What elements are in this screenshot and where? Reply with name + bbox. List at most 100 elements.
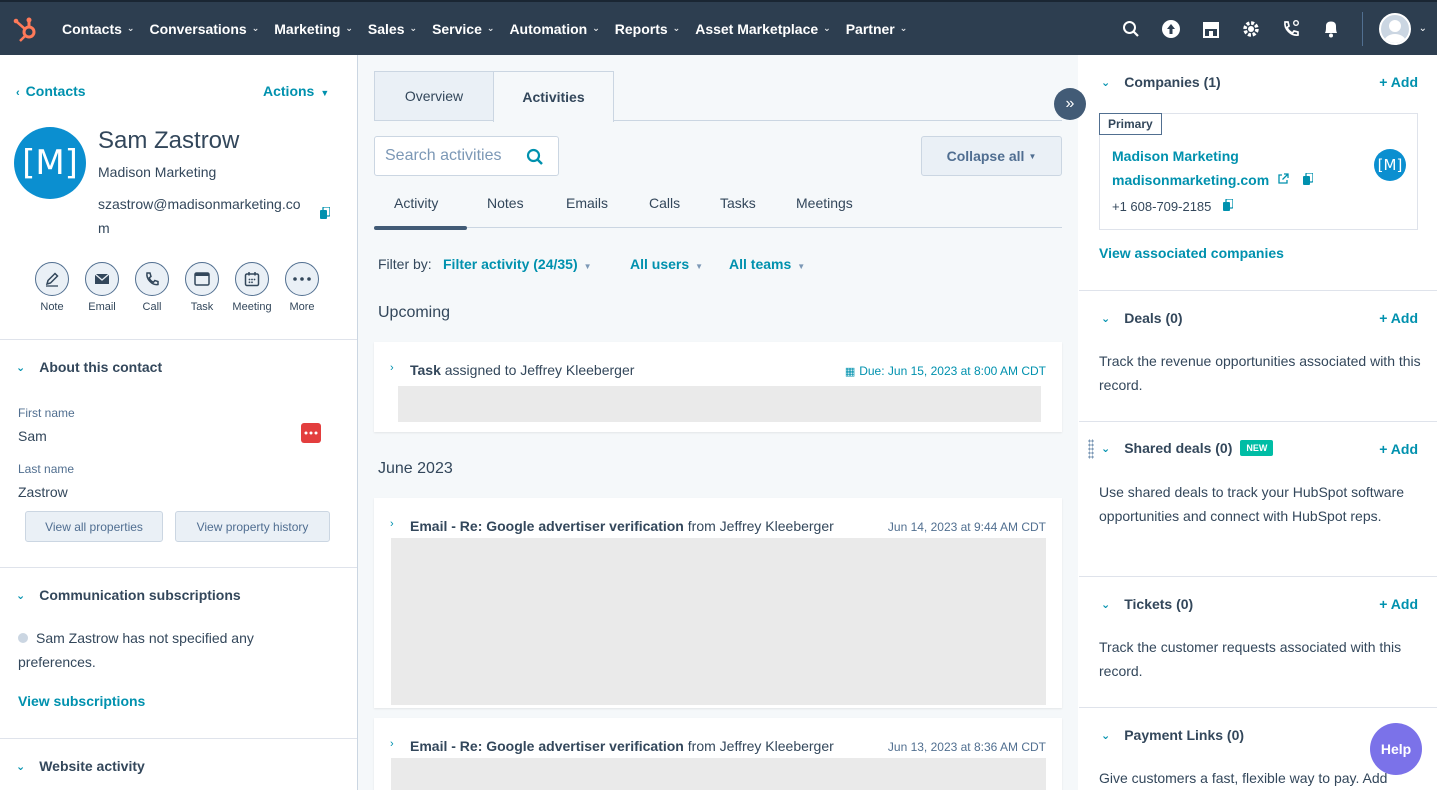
copy-icon[interactable] [1223,198,1234,211]
more-quick-action[interactable]: More [277,262,327,313]
email-card[interactable]: › Email - Re: Google advertiser verifica… [374,498,1062,708]
divider [0,738,357,739]
nav-conversations[interactable]: Conversations ⌄ [149,21,259,37]
chevron-down-icon[interactable]: ⌄ [1419,23,1427,34]
chevron-right-icon[interactable]: › [390,362,394,374]
tickets-description: Track the customer requests associated w… [1099,639,1402,679]
subtab-activity[interactable]: Activity [394,195,438,211]
search-placeholder: Search activities [385,147,502,164]
view-associated-companies-link[interactable]: View associated companies [1099,245,1284,261]
copy-icon[interactable] [320,207,330,219]
top-navigation: Contacts ⌄ Conversations ⌄ Marketing ⌄ Sale… [0,0,1437,55]
view-all-properties-button[interactable]: View all properties [25,511,163,542]
company-phone: +1 608-709-2185 [1112,198,1234,214]
nav-partner[interactable]: Partner ⌄ [846,21,908,37]
caret-down-icon: ▼ [1028,151,1037,161]
note-quick-action[interactable]: Note [27,262,77,313]
nav-reports[interactable]: Reports ⌄ [615,21,680,37]
hubspot-logo-icon[interactable] [12,16,40,44]
chevron-down-icon: ⌄ [1101,598,1111,611]
communication-subscriptions-toggle[interactable]: ⌄ Communication subscriptions [16,587,241,603]
add-ticket-button[interactable]: + Add [1379,596,1418,612]
deals-description: Track the revenue opportunities associat… [1099,353,1421,393]
notifications-bell-icon[interactable] [1320,18,1342,40]
payment-links-section-toggle[interactable]: ⌄ Payment Links (0) [1101,727,1244,743]
nav-marketing[interactable]: Marketing ⌄ [274,21,353,37]
more-dots-icon [285,262,319,296]
email-quick-action[interactable]: Email [77,262,127,313]
more-dots-icon[interactable] [301,423,321,443]
last-name-value[interactable]: Zastrow [18,484,68,500]
last-name-label: Last name [18,462,75,476]
task-quick-action[interactable]: Task [177,262,227,313]
expand-sidebar-icon[interactable]: » [1054,88,1086,120]
chevron-right-icon[interactable]: › [390,518,394,530]
actions-dropdown[interactable]: Actions ▼ [263,83,329,99]
divider [1079,421,1437,422]
all-teams-dropdown[interactable]: All teams ▼ [729,256,805,272]
add-shared-deal-button[interactable]: + Add [1379,441,1418,457]
search-icon[interactable] [1120,18,1142,40]
company-card: Primary Madison Marketing madisonmarketi… [1099,113,1418,230]
view-property-history-button[interactable]: View property history [175,511,330,542]
back-to-contacts-link[interactable]: ‹ Contacts [16,83,86,99]
about-section-toggle[interactable]: ⌄ About this contact [16,359,162,375]
filter-activity-dropdown[interactable]: Filter activity (24/35) ▼ [443,256,592,272]
chevron-down-icon: ⌄ [16,589,26,602]
task-summary: Task assigned to Jeffrey Kleeberger [410,362,635,378]
nav-service[interactable]: Service ⌄ [432,21,494,37]
companies-section-toggle[interactable]: ⌄ Companies (1) [1101,74,1221,90]
help-button[interactable]: Help [1370,723,1422,775]
user-avatar[interactable] [1378,12,1411,45]
tab-activities[interactable]: Activities [493,71,614,122]
task-body-placeholder [398,386,1041,422]
all-users-dropdown[interactable]: All users ▼ [630,256,703,272]
nav-contacts[interactable]: Contacts ⌄ [62,21,134,37]
search-icon[interactable] [526,148,544,166]
email-card[interactable]: › Email - Re: Google advertiser verifica… [374,718,1062,790]
subtab-calls[interactable]: Calls [649,195,680,211]
company-name-link[interactable]: Madison Marketing [1112,148,1239,164]
task-card[interactable]: › Task assigned to Jeffrey Kleeberger ▦ D… [374,342,1062,432]
calendar-icon [235,262,269,296]
subtab-meetings[interactable]: Meetings [796,195,853,211]
add-company-button[interactable]: + Add [1379,74,1418,90]
tab-overview[interactable]: Overview [374,71,494,121]
collapse-all-button[interactable]: Collapse all ▼ [921,136,1062,176]
company-domain[interactable]: madisonmarketing.com [1112,172,1314,188]
chevron-down-icon: ⌄ [823,23,831,33]
add-deal-button[interactable]: + Add [1379,310,1418,326]
search-activities-input[interactable]: Search activities [374,136,559,176]
divider [1079,290,1437,291]
subtab-notes[interactable]: Notes [487,195,524,211]
task-due-date: ▦ Due: Jun 15, 2023 at 8:00 AM CDT [844,364,1046,378]
primary-badge: Primary [1099,113,1162,135]
gear-icon[interactable] [1240,18,1262,40]
caret-down-icon: ▼ [797,262,806,271]
copy-icon[interactable] [1302,172,1314,185]
payment-links-description: Give customers a fast, flexible way to p… [1099,770,1388,786]
subtab-emails[interactable]: Emails [566,195,608,211]
chevron-left-icon: ‹ [16,87,20,99]
chevron-down-icon: ⌄ [16,760,26,773]
marketplace-icon[interactable] [1200,18,1222,40]
first-name-value[interactable]: Sam [18,428,47,444]
nav-sales[interactable]: Sales ⌄ [368,21,417,37]
meeting-quick-action[interactable]: Meeting [227,262,277,313]
shared-deals-section-toggle[interactable]: ⌄ Shared deals (0) NEW [1101,440,1274,456]
tickets-section-toggle[interactable]: ⌄ Tickets (0) [1101,596,1193,612]
email-summary: Email - Re: Google advertiser verificati… [410,518,834,534]
call-quick-action[interactable]: Call [127,262,177,313]
drag-handle-icon[interactable] [1088,439,1094,459]
subtab-tasks[interactable]: Tasks [720,195,756,211]
deals-section-toggle[interactable]: ⌄ Deals (0) [1101,310,1183,326]
nav-automation[interactable]: Automation ⌄ [509,21,599,37]
nav-asset-marketplace[interactable]: Asset Marketplace ⌄ [695,21,831,37]
website-activity-toggle[interactable]: ⌄ Website activity [16,758,145,774]
upgrade-icon[interactable] [1160,18,1182,40]
calling-icon[interactable] [1280,18,1302,40]
email-date: Jun 14, 2023 at 9:44 AM CDT [887,520,1046,534]
chevron-right-icon[interactable]: › [390,738,394,750]
view-subscriptions-link[interactable]: View subscriptions [18,693,145,709]
external-link-icon[interactable] [1277,173,1289,185]
